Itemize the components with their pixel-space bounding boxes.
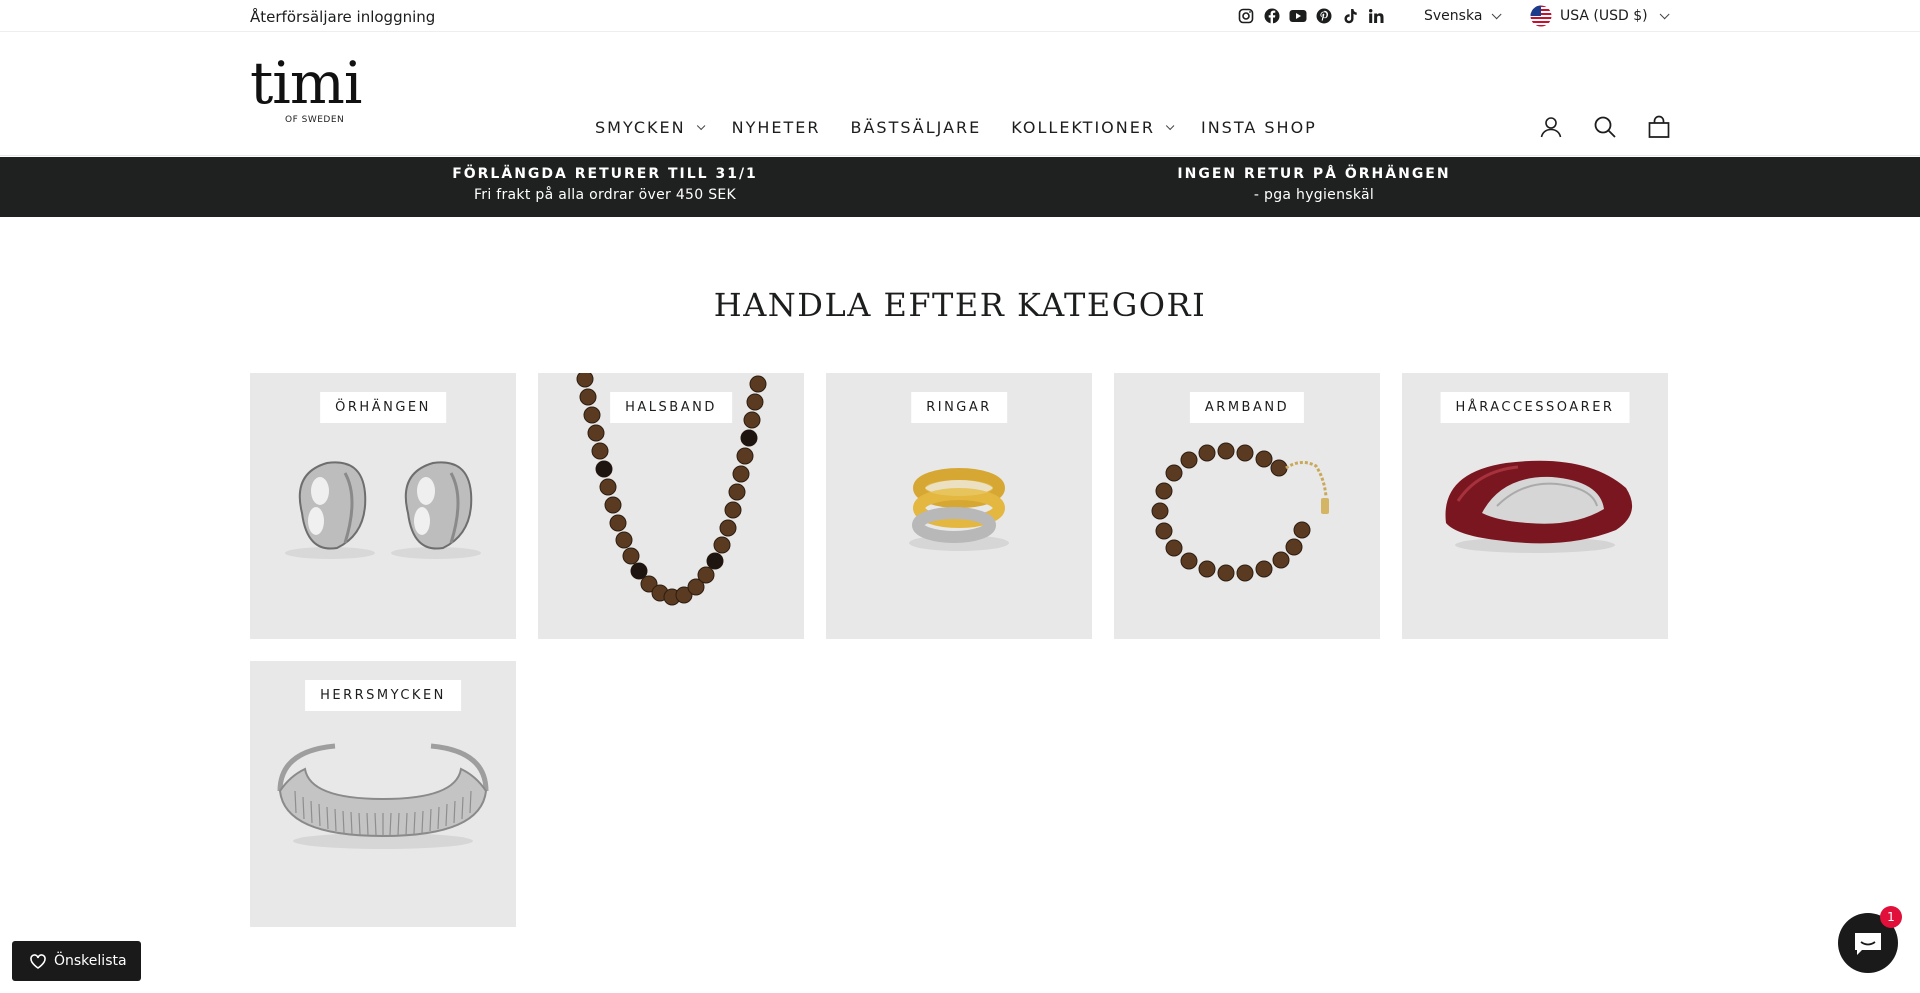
announcement-item[interactable]: FÖRLÄNGDA RETURER TILL 31/1 Fri frakt på… <box>355 166 855 203</box>
chevron-down-icon <box>696 121 705 130</box>
chat-button[interactable]: 1 <box>1838 906 1902 973</box>
currency-label: USA (USD $) <box>1560 8 1648 24</box>
category-card-bracelets[interactable]: ARMBAND <box>1114 373 1380 639</box>
nav-item-bastsaljare[interactable]: BÄSTSÄLJARE <box>851 118 982 137</box>
category-card-earrings[interactable]: ÖRHÄNGEN <box>250 373 516 639</box>
linkedin-icon[interactable] <box>1367 7 1385 25</box>
brand-logo[interactable]: timi OF SWEDEN <box>250 54 382 125</box>
youtube-icon[interactable] <box>1289 7 1307 25</box>
chat-notification-badge: 1 <box>1880 906 1902 928</box>
logo-subtitle: OF SWEDEN <box>285 115 345 125</box>
tiktok-icon[interactable] <box>1341 7 1359 25</box>
nav-item-nyheter[interactable]: NYHETER <box>732 118 821 137</box>
category-label: RINGAR <box>911 392 1007 423</box>
main-nav: SMYCKEN NYHETER BÄSTSÄLJARE KOLLEKTIONER… <box>595 118 1317 137</box>
nav-item-kollektioner[interactable]: KOLLEKTIONER <box>1011 118 1175 137</box>
category-grid: ÖRHÄNGEN HALSBAND RINGAR ARMBAND HÅRACCE… <box>250 373 1670 927</box>
us-flag-icon <box>1530 5 1552 27</box>
announcement-title: INGEN RETUR PÅ ÖRHÄNGEN <box>1177 166 1451 182</box>
announcement-subtitle: Fri frakt på alla ordrar över 450 SEK <box>473 187 737 203</box>
nav-label: NYHETER <box>731 118 821 137</box>
category-label: HERRSMYCKEN <box>305 680 461 711</box>
site-header: timi OF SWEDEN SMYCKEN NYHETER BÄSTSÄLJA… <box>0 32 1920 156</box>
pinterest-icon[interactable] <box>1315 7 1333 25</box>
category-label: HÅRACCESSOARER <box>1440 392 1630 423</box>
category-card-rings[interactable]: RINGAR <box>826 373 1092 639</box>
header-icons <box>1538 114 1672 140</box>
category-label: ARMBAND <box>1189 392 1305 423</box>
nav-label: KOLLEKTIONER <box>1011 118 1155 137</box>
category-card-necklaces[interactable]: HALSBAND <box>538 373 804 639</box>
nav-item-smycken[interactable]: SMYCKEN <box>595 118 705 137</box>
reseller-login-link[interactable]: Återförsäljare inloggning <box>250 8 435 26</box>
facebook-icon[interactable] <box>1263 7 1281 25</box>
account-icon[interactable] <box>1538 114 1564 140</box>
social-links <box>1237 7 1385 25</box>
category-card-mens-jewelry[interactable]: HERRSMYCKEN <box>250 661 516 927</box>
chevron-down-icon <box>1492 8 1502 19</box>
announcement-bar: FÖRLÄNGDA RETURER TILL 31/1 Fri frakt på… <box>0 157 1920 217</box>
search-icon[interactable] <box>1592 114 1618 140</box>
wishlist-button[interactable]: Önskelista <box>12 941 141 981</box>
announcement-title: FÖRLÄNGDA RETURER TILL 31/1 <box>452 166 758 182</box>
nav-label: SMYCKEN <box>595 118 686 137</box>
chat-icon <box>1855 933 1881 955</box>
category-label: ÖRHÄNGEN <box>320 392 446 423</box>
cart-icon[interactable] <box>1646 114 1672 140</box>
chevron-down-icon <box>1659 8 1670 19</box>
announcement-item[interactable]: INGEN RETUR PÅ ÖRHÄNGEN - pga hygienskäl <box>1064 166 1564 203</box>
wishlist-label: Önskelista <box>54 953 127 969</box>
chevron-down-icon <box>1165 121 1175 130</box>
nav-label: INSTA SHOP <box>1200 118 1317 137</box>
category-card-hair-accessories[interactable]: HÅRACCESSOARER <box>1402 373 1668 639</box>
language-selector[interactable]: Svenska <box>1424 8 1502 24</box>
logo-wordmark: timi <box>250 49 362 117</box>
heart-icon <box>30 953 46 969</box>
instagram-icon[interactable] <box>1237 7 1255 25</box>
announcement-subtitle: - pga hygienskäl <box>1253 187 1375 203</box>
language-label: Svenska <box>1424 8 1483 24</box>
category-label: HALSBAND <box>610 392 732 423</box>
currency-selector[interactable]: USA (USD $) <box>1530 5 1670 27</box>
nav-label: BÄSTSÄLJARE <box>850 118 982 137</box>
section-title: HANDLA EFTER KATEGORI <box>713 286 1207 324</box>
utility-bar: Återförsäljare inloggning Svenska USA (U… <box>0 0 1920 32</box>
nav-item-insta-shop[interactable]: INSTA SHOP <box>1201 118 1317 137</box>
